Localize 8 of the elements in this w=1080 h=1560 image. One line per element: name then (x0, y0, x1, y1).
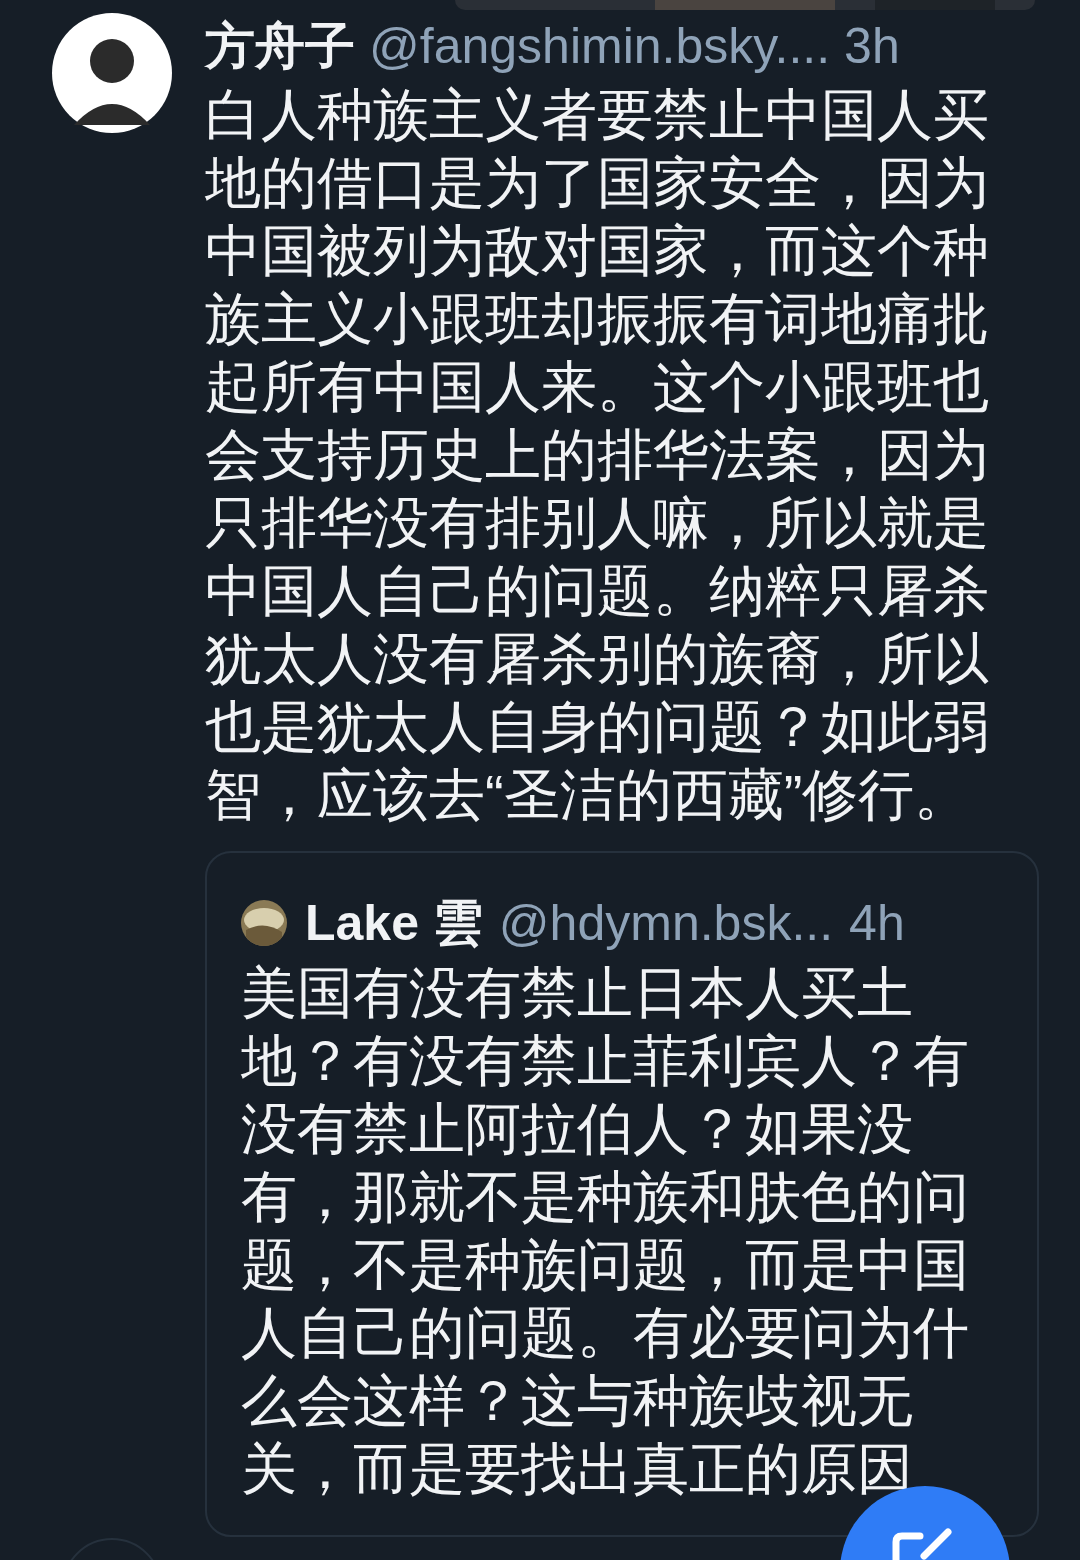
quoted-author-name[interactable]: Lake 雲 (305, 891, 483, 955)
quoted-post-text: 美国有没有禁止日本人买土地？有没有禁止菲利宾人？有没有禁止阿拉伯人？如果没有，那就不是种族和肤色的问题，不是种族问题，而是中国人自己的问题。有必要问为什么会这样？这与种族歧视无关，而是要找出真正的原因 (241, 960, 970, 1502)
quoted-post-time: 4h (849, 894, 905, 953)
author-handle[interactable]: @fangshimin.bsky.... (369, 13, 831, 79)
post-time: 3h (844, 17, 900, 76)
quoted-author-handle[interactable]: @hdymn.bsk... (498, 891, 834, 955)
post-text: 白人种族主义者要禁止中国人买地的借口是为了国家安全，因为中国被列为敌对国家，而这个种族主义小跟班却振振有词地痛批起所有中国人来。这个小跟班也会支持历史上的排华法案，因为只排华没有排别人嘛，所以就是中国人自己的问题。纳粹只屠杀犹太人没有屠杀别的族裔，所以也是犹太人自身的问题？如此弱智，应该去“圣洁的西藏”修行。 (205, 82, 990, 828)
author-name[interactable]: 方舟子 (205, 13, 355, 79)
